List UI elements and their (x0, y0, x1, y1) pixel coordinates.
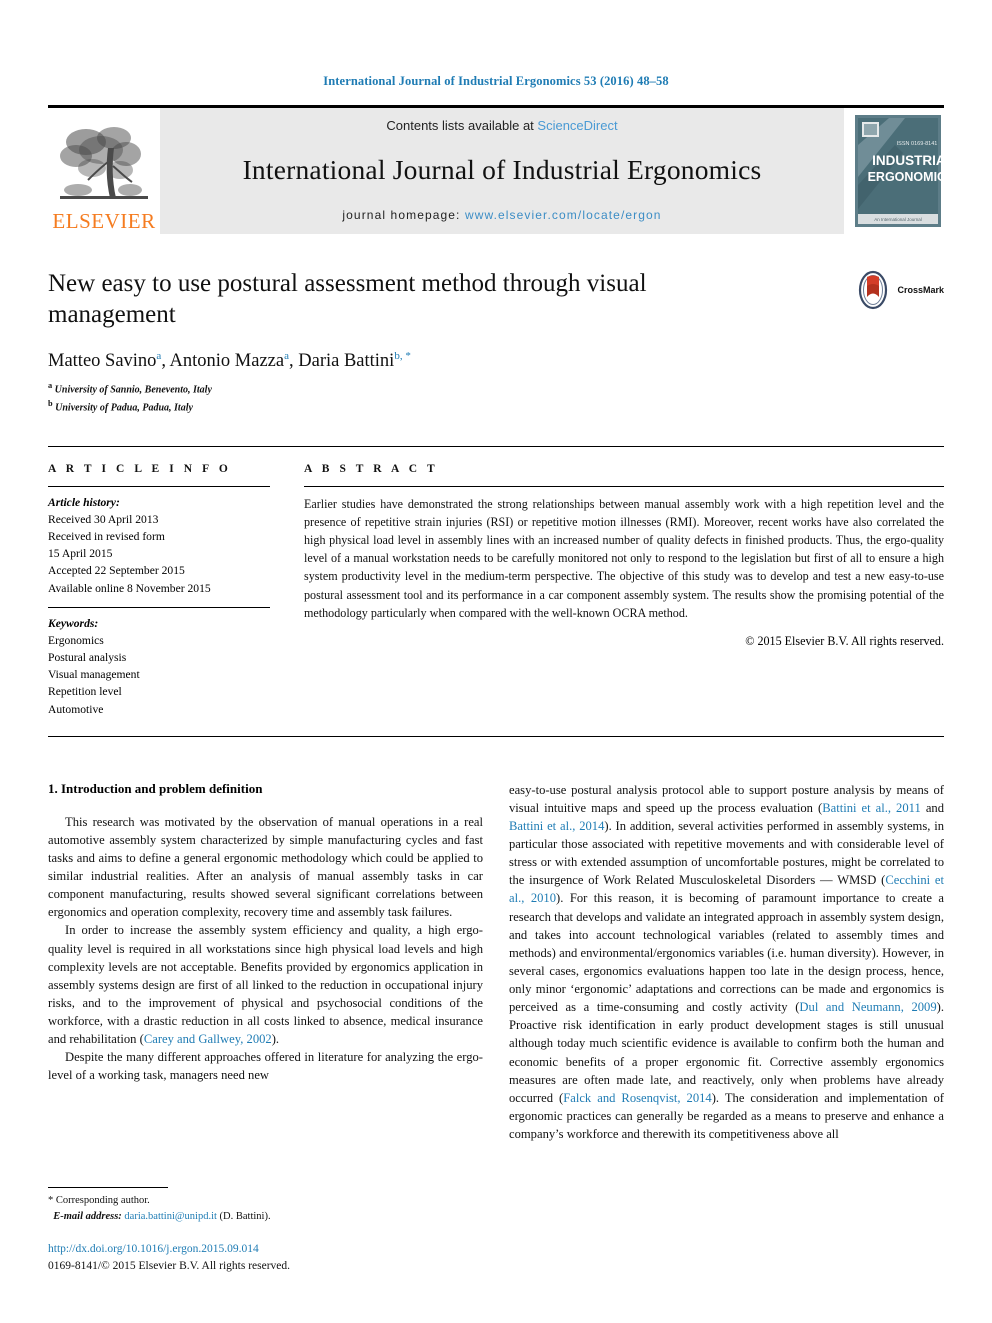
footnote-divider (48, 1187, 168, 1188)
affiliation-text: University of Sannio, Benevento, Italy (54, 384, 212, 396)
citation-link[interactable]: Carey and Gallwey, 2002 (144, 1032, 272, 1046)
history-item: Received in revised form (48, 530, 165, 544)
paragraph: This research was motivated by the obser… (48, 814, 483, 920)
elsevier-wordmark: ELSEVIER (52, 209, 156, 233)
svg-text:INDUSTRIAL: INDUSTRIAL (872, 153, 941, 168)
title-block: New easy to use postural assessment meth… (48, 268, 944, 416)
citation-link[interactable]: Battini et al., 2011 (822, 801, 921, 815)
paragraph: Despite the many different approaches of… (48, 1050, 483, 1083)
author-affil-mark: a (284, 350, 289, 362)
homepage-prefix: journal homepage: (342, 208, 465, 222)
abstract-column: A B S T R A C T Earlier studies have dem… (296, 463, 944, 718)
keywords-block: Keywords: Ergonomics Postural analysis V… (48, 608, 270, 718)
affiliation-mark: b (48, 398, 53, 408)
running-head: International Journal of Industrial Ergo… (323, 74, 669, 88)
section-heading: 1. Introduction and problem definition (48, 780, 263, 796)
abstract-copyright: © 2015 Elsevier B.V. All rights reserved… (745, 633, 944, 648)
crossmark-badge[interactable]: CrossMark (853, 270, 944, 310)
doi-link[interactable]: http://dx.doi.org/10.1016/j.ergon.2015.0… (48, 1241, 478, 1258)
author-affil-mark: b, * (394, 350, 411, 362)
citation-link[interactable]: Dul and Neumann, 2009 (799, 1000, 936, 1014)
corresponding-author-note: * Corresponding author. (48, 1195, 150, 1206)
sciencedirect-link[interactable]: ScienceDirect (537, 118, 617, 133)
email-link[interactable]: daria.battini@unipd.it (124, 1211, 217, 1222)
keyword-item: Ergonomics (48, 633, 104, 647)
abstract-text: Earlier studies have demonstrated the st… (304, 496, 944, 620)
article-history-label: Article history: (48, 495, 120, 509)
paragraph-text: In order to increase the assembly system… (48, 923, 483, 1047)
journal-homepage-link[interactable]: www.elsevier.com/locate/ergon (465, 208, 662, 222)
keywords-label: Keywords: (48, 616, 99, 630)
paragraph: In order to increase the assembly system… (48, 921, 483, 1048)
paragraph-text: and (920, 800, 944, 815)
email-owner: (D. Battini). (219, 1210, 271, 1222)
svg-text:ERGONOMICS: ERGONOMICS (868, 170, 941, 184)
contents-available-line: Contents lists available at ScienceDirec… (386, 118, 617, 133)
citation-link[interactable]: Battini et al., 2014 (509, 819, 604, 833)
contents-prefix: Contents lists available at (386, 118, 538, 133)
svg-text:An International Journal: An International Journal (874, 217, 922, 222)
email-note: E-mail address: daria.battini@unipd.it (… (48, 1209, 478, 1225)
body-columns: 1. Introduction and problem definition T… (48, 781, 944, 1144)
footnote-block: * Corresponding author. E-mail address: … (48, 1187, 478, 1275)
keyword-item: Postural analysis (48, 651, 127, 665)
doi-block: http://dx.doi.org/10.1016/j.ergon.2015.0… (48, 1241, 478, 1276)
author-affil-mark: a (156, 350, 162, 362)
article-history: Article history: Received 30 April 2013 … (48, 487, 270, 597)
keyword-item: Repetition level (48, 685, 122, 699)
affiliation-text: University of Padua, Padua, Italy (55, 402, 193, 414)
author-name: Matteo Savino (48, 351, 157, 372)
citation-link[interactable]: Falck and Rosenqvist, 2014 (563, 1091, 711, 1105)
abstract-heading: A B S T R A C T (304, 462, 439, 475)
keyword-item: Visual management (48, 668, 140, 682)
affiliation-item: b University of Padua, Padua, Italy (48, 398, 944, 416)
abstract-band: A R T I C L E I N F O Article history: R… (48, 445, 944, 737)
paragraph-text: ). For this reason, it is becoming of pa… (509, 891, 944, 1015)
journal-cover-image: ISSN 0169-8141 INDUSTRIAL ERGONOMICS An … (855, 115, 941, 227)
issn-copyright: 0169-8141/© 2015 Elsevier B.V. All right… (48, 1259, 291, 1272)
keyword-item: Automotive (48, 702, 104, 716)
paragraph-text: ). (271, 1032, 280, 1047)
email-label: E-mail address: (53, 1210, 122, 1222)
paper-page: International Journal of Industrial Ergo… (0, 0, 992, 1323)
crossmark-icon (859, 270, 888, 310)
paragraph-text: ). Proactive risk identification in earl… (509, 1000, 944, 1105)
article-info-heading: A R T I C L E I N F O (48, 462, 232, 475)
left-column: 1. Introduction and problem definition T… (48, 781, 483, 1144)
journal-homepage-line: journal homepage: www.elsevier.com/locat… (342, 208, 661, 222)
masthead-center: Contents lists available at ScienceDirec… (160, 108, 844, 234)
history-item: Accepted 22 September 2015 (48, 564, 185, 578)
history-item: 15 April 2015 (48, 547, 113, 561)
affiliations: a University of Sannio, Benevento, Italy… (48, 380, 944, 416)
journal-cover-thumbnail: ISSN 0169-8141 INDUSTRIAL ERGONOMICS An … (852, 108, 944, 234)
affiliation-mark: a (48, 381, 53, 391)
journal-masthead: ELSEVIER Contents lists available at Sci… (48, 105, 944, 234)
history-item: Available online 8 November 2015 (48, 581, 211, 595)
author-name: Antonio Mazza (169, 351, 285, 372)
article-info-column: A R T I C L E I N F O Article history: R… (48, 463, 296, 718)
affiliation-item: a University of Sannio, Benevento, Italy (48, 380, 944, 398)
paragraph: easy-to-use postural analysis protocol a… (509, 781, 944, 1144)
crossmark-label: CrossMark (897, 285, 944, 295)
elsevier-logo: ELSEVIER (48, 108, 160, 234)
page-title: New easy to use postural assessment meth… (48, 270, 647, 328)
elsevier-tree-icon (60, 127, 148, 199)
svg-text:ISSN 0169-8141: ISSN 0169-8141 (897, 141, 938, 147)
author-list: Matteo Savinoa, Antonio Mazzaa, Daria Ba… (48, 350, 411, 372)
journal-title: International Journal of Industrial Ergo… (242, 154, 762, 186)
right-column: easy-to-use postural analysis protocol a… (509, 781, 944, 1144)
author-name: Daria Battini (298, 351, 395, 372)
history-item: Received 30 April 2013 (48, 512, 159, 526)
